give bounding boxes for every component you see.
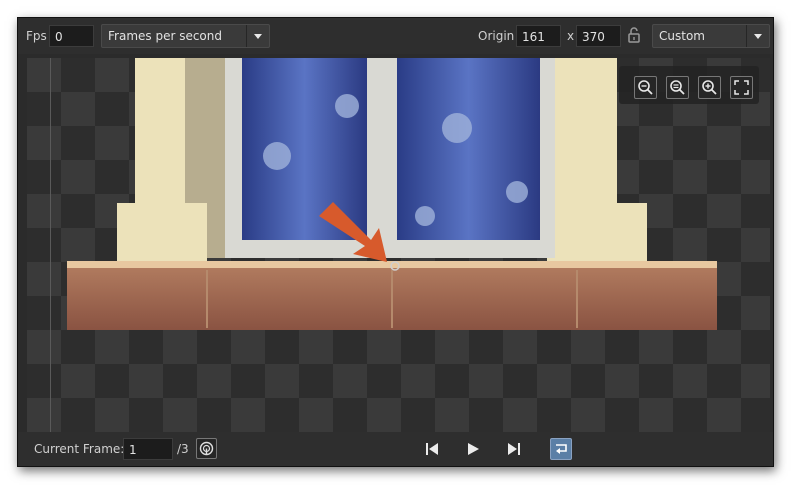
fps-mode-value: Frames per second — [108, 29, 222, 43]
skip-back-icon[interactable] — [424, 441, 440, 461]
chevron-down-icon — [746, 25, 769, 47]
skip-forward-icon[interactable] — [506, 441, 522, 461]
lock-icon[interactable] — [627, 26, 641, 48]
chevron-down-icon — [246, 25, 269, 47]
origin-separator: x — [567, 29, 575, 43]
playback-bar: Current Frame: 1 /3 — [18, 432, 773, 466]
fps-input[interactable]: 0 — [49, 25, 94, 47]
top-toolbar: Fps 0 Frames per second Origin 161 x 370… — [18, 18, 773, 54]
sprite-animation-window: Fps 0 Frames per second Origin 161 x 370… — [17, 17, 774, 467]
current-frame-input[interactable]: 1 — [123, 438, 173, 460]
origin-preset-dropdown[interactable]: Custom — [652, 24, 770, 48]
onion-skin-icon[interactable] — [196, 438, 217, 459]
origin-label: Origin — [478, 29, 515, 43]
fps-label: Fps — [26, 29, 47, 43]
current-frame-label: Current Frame: — [34, 442, 125, 456]
origin-preset-value: Custom — [659, 29, 705, 43]
zoom-in-icon[interactable] — [698, 76, 721, 99]
fullscreen-icon[interactable] — [730, 76, 753, 99]
sprite-preview — [67, 58, 717, 330]
zoom-reset-icon[interactable] — [666, 76, 689, 99]
total-frames: /3 — [177, 442, 189, 456]
zoom-controls — [619, 66, 759, 104]
play-icon[interactable] — [465, 441, 481, 461]
fps-mode-dropdown[interactable]: Frames per second — [101, 24, 270, 48]
origin-x-input[interactable]: 161 — [516, 25, 561, 47]
loop-icon[interactable] — [550, 438, 572, 460]
origin-y-input[interactable]: 370 — [576, 25, 621, 47]
preview-canvas[interactable] — [27, 58, 770, 432]
zoom-out-icon[interactable] — [634, 76, 657, 99]
